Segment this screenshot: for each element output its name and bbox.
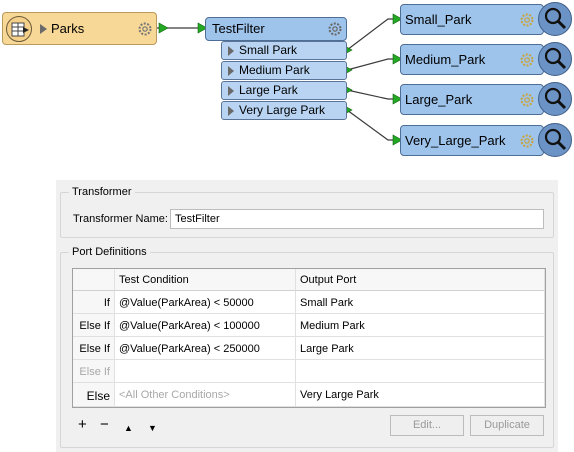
output-port-large-park[interactable]: Large Park bbox=[221, 81, 347, 100]
gear-icon[interactable] bbox=[327, 21, 343, 37]
output-port-cell[interactable]: Large Park bbox=[296, 337, 545, 360]
row-type-else-if[interactable]: Else If bbox=[73, 314, 115, 337]
condition-cell[interactable]: @Value(ParkArea) < 50000 bbox=[115, 291, 296, 314]
reader-label: Parks bbox=[51, 21, 85, 36]
magnifier-icon[interactable] bbox=[538, 123, 572, 157]
condition-cell[interactable]: <All Other Conditions> bbox=[115, 383, 296, 407]
output-port-cell[interactable]: Small Park bbox=[296, 291, 545, 314]
condition-cell[interactable] bbox=[115, 360, 296, 383]
expand-arrow-icon[interactable] bbox=[40, 24, 47, 34]
column-header-test-condition[interactable]: Test Condition bbox=[115, 269, 296, 291]
inspector-node-medium-park[interactable]: Medium_Park bbox=[400, 44, 544, 75]
inspector-node-large-park[interactable]: Large_Park bbox=[400, 84, 544, 115]
output-port-small-park[interactable]: Small Park bbox=[221, 41, 347, 60]
port-label: Small Park bbox=[239, 43, 298, 57]
transformer-name-input[interactable]: TestFilter bbox=[170, 209, 544, 229]
connection-small bbox=[346, 18, 400, 51]
row-type-else-if[interactable]: Else If bbox=[73, 337, 115, 360]
expand-arrow-icon bbox=[228, 106, 234, 116]
expand-arrow-icon bbox=[228, 86, 234, 96]
table-corner bbox=[73, 269, 115, 291]
edit-button[interactable]: Edit... bbox=[390, 415, 464, 436]
duplicate-button[interactable]: Duplicate bbox=[470, 415, 544, 436]
move-down-button[interactable]: ▼ bbox=[148, 421, 157, 435]
transformer-label: TestFilter bbox=[212, 21, 265, 36]
port-definitions-table: Test Condition Output Port If @Value(Par… bbox=[72, 268, 546, 408]
transformer-name-label: Transformer Name: bbox=[73, 213, 168, 225]
move-up-button[interactable]: ▲ bbox=[124, 421, 133, 435]
gear-icon[interactable] bbox=[519, 133, 535, 149]
gear-icon[interactable] bbox=[519, 52, 535, 68]
inspector-label: Very_Large_Park bbox=[405, 133, 506, 148]
transformer-node-testfilter[interactable]: TestFilter bbox=[205, 17, 347, 41]
expand-arrow-icon bbox=[228, 66, 234, 76]
inspector-label: Small_Park bbox=[405, 12, 472, 27]
output-port-medium-park[interactable]: Medium Park bbox=[221, 61, 347, 80]
output-port-cell[interactable] bbox=[296, 360, 545, 383]
connection-medium bbox=[346, 58, 400, 71]
magnifier-icon[interactable] bbox=[538, 42, 572, 76]
row-type-if[interactable]: If bbox=[73, 291, 115, 314]
transformer-group-legend: Transformer bbox=[72, 186, 132, 198]
parameters-panel: Transformer Transformer Name: TestFilter… bbox=[56, 180, 558, 452]
gear-icon[interactable] bbox=[519, 92, 535, 108]
magnifier-icon[interactable] bbox=[538, 2, 572, 36]
workspace-canvas[interactable]: Parks TestFilter Small Park Medium Park … bbox=[0, 0, 574, 180]
port-label: Very Large Park bbox=[239, 103, 326, 117]
gear-icon[interactable] bbox=[519, 12, 535, 28]
magnifier-icon[interactable] bbox=[538, 82, 572, 116]
column-header-output-port[interactable]: Output Port bbox=[296, 269, 545, 291]
inspector-label: Large_Park bbox=[405, 92, 473, 107]
output-port-very-large-park[interactable]: Very Large Park bbox=[221, 101, 347, 120]
expand-arrow-icon bbox=[228, 46, 234, 56]
row-type-else[interactable]: Else bbox=[73, 383, 115, 407]
port-label: Medium Park bbox=[239, 63, 310, 77]
condition-cell[interactable]: @Value(ParkArea) < 100000 bbox=[115, 314, 296, 337]
inspector-label: Medium_Park bbox=[405, 52, 486, 67]
connection-very-large bbox=[346, 109, 400, 141]
remove-row-button[interactable]: − bbox=[100, 417, 109, 432]
output-port-cell[interactable]: Very Large Park bbox=[296, 383, 545, 407]
connection-large bbox=[346, 89, 400, 100]
add-row-button[interactable]: + bbox=[78, 417, 87, 432]
output-port-arrow-reader bbox=[158, 22, 169, 34]
condition-cell[interactable]: @Value(ParkArea) < 250000 bbox=[115, 337, 296, 360]
port-definitions-legend: Port Definitions bbox=[72, 246, 147, 258]
gear-icon[interactable] bbox=[137, 21, 153, 37]
reader-node-parks[interactable]: Parks bbox=[2, 12, 157, 45]
inspector-node-small-park[interactable]: Small_Park bbox=[400, 4, 544, 35]
output-port-cell[interactable]: Medium Park bbox=[296, 314, 545, 337]
table-icon bbox=[6, 16, 32, 42]
row-type-else-if-placeholder[interactable]: Else If bbox=[73, 360, 115, 383]
inspector-node-very-large-park[interactable]: Very_Large_Park bbox=[400, 125, 544, 156]
port-label: Large Park bbox=[239, 83, 298, 97]
